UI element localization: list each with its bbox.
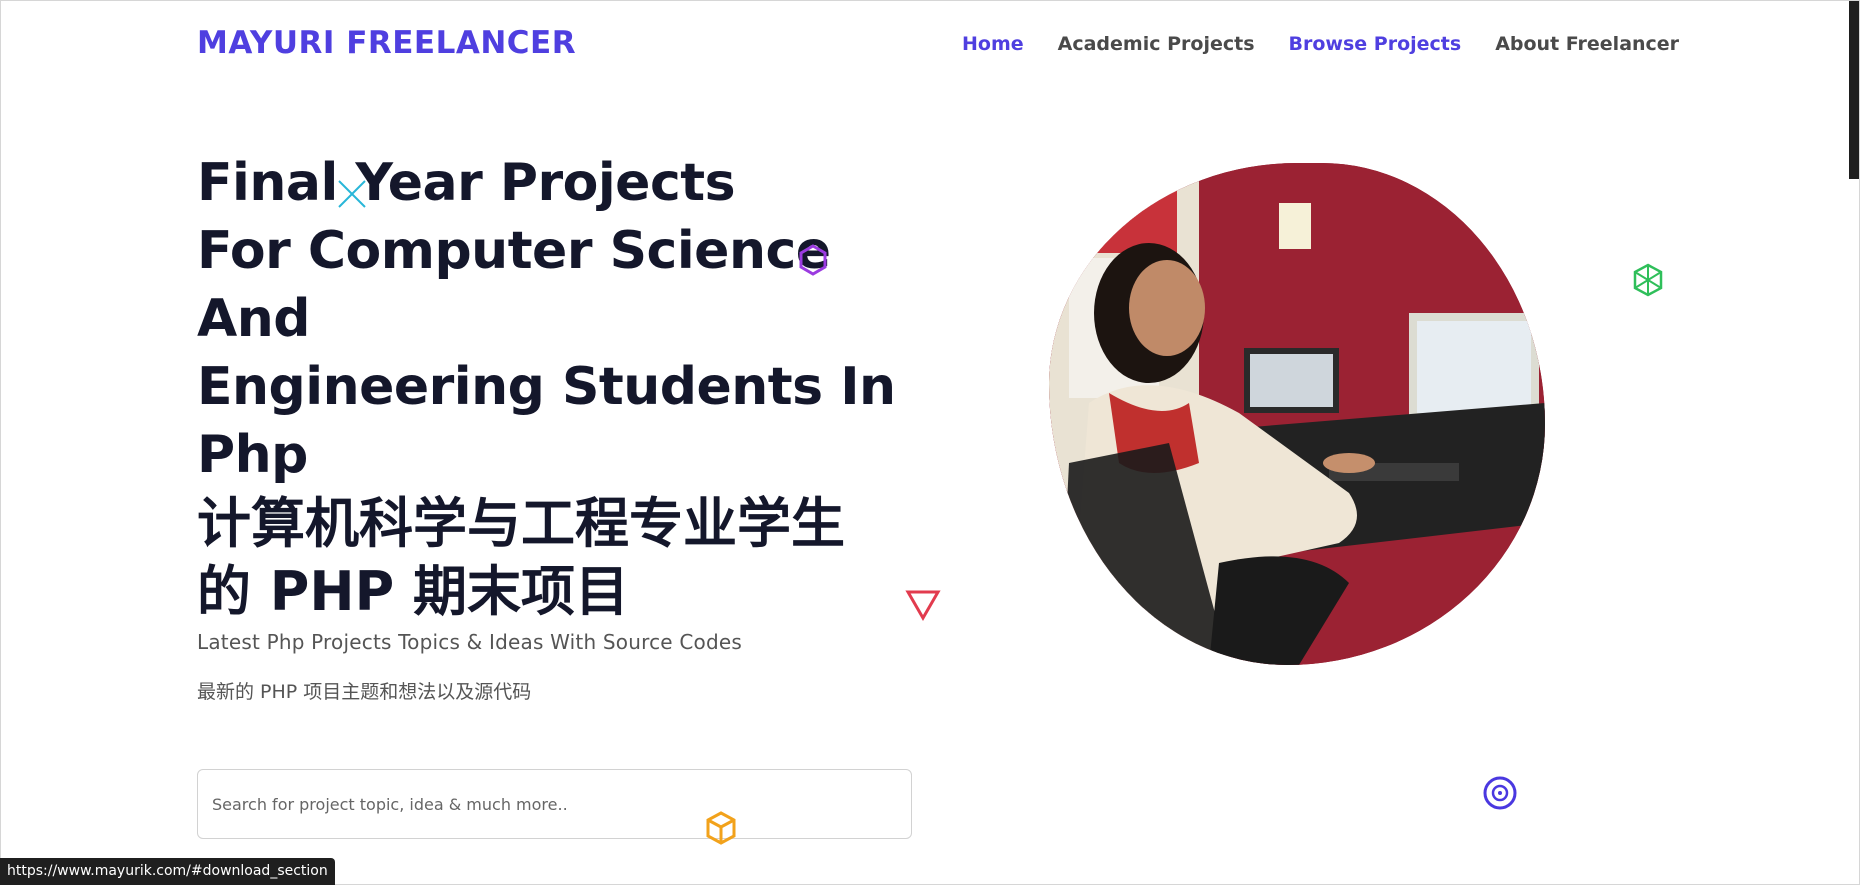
- hero-title-line: Engineering Students In: [197, 357, 896, 417]
- hero-title-zh-line: 的 PHP 期末项目: [197, 560, 629, 623]
- hero-title-line: Final Year Projects: [197, 153, 736, 213]
- page: MAYURI FREELANCER Home Academic Projects…: [0, 0, 1860, 885]
- scrollbar-thumb[interactable]: [1849, 1, 1859, 179]
- disc-icon: [1483, 776, 1517, 810]
- cube-outline-icon: [1633, 263, 1663, 297]
- nav-home[interactable]: Home: [962, 33, 1024, 55]
- box-outline-icon: [706, 811, 736, 845]
- triangle-outline-icon: [905, 590, 941, 621]
- freelancer-photo: [1049, 163, 1545, 665]
- x-cross-icon: [338, 180, 366, 208]
- photo-illustration: [1049, 163, 1545, 665]
- hero-title-line: Php: [197, 425, 308, 485]
- hero-title-line: For Computer Science And: [197, 221, 831, 349]
- main-nav: Home Academic Projects Browse Projects A…: [962, 33, 1679, 55]
- nav-academic-projects[interactable]: Academic Projects: [1058, 33, 1255, 55]
- hero-subtitle-en: Latest Php Projects Topics & Ideas With …: [197, 630, 742, 654]
- search-box: [197, 769, 912, 839]
- nav-about-freelancer[interactable]: About Freelancer: [1495, 33, 1679, 55]
- nav-browse-projects[interactable]: Browse Projects: [1289, 33, 1462, 55]
- hero-title-zh-line: 计算机科学与工程专业学生: [197, 492, 845, 555]
- hero-subtitle-zh: 最新的 PHP 项目主题和想法以及源代码: [197, 681, 532, 703]
- hexagon-outline-icon: [799, 244, 827, 276]
- status-bar-url: https://www.mayurik.com/#download_sectio…: [0, 858, 335, 885]
- brand-logo[interactable]: MAYURI FREELANCER: [197, 25, 576, 61]
- search-input[interactable]: [198, 770, 911, 838]
- hero-heading: Final Year Projects For Computer Science…: [197, 149, 957, 625]
